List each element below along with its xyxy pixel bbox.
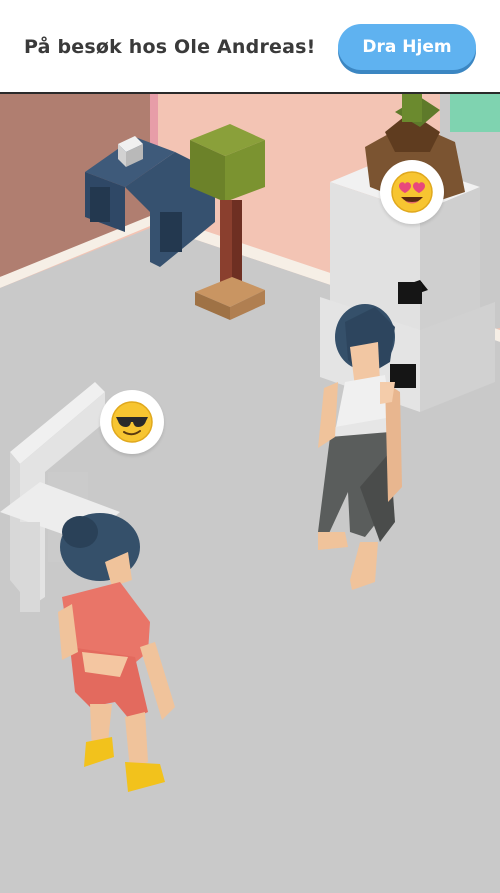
game-scene[interactable] [0, 92, 500, 889]
visit-title: På besøk hos Ole Andreas! [24, 36, 316, 58]
heart-eyes-face-icon [391, 171, 433, 213]
visitor-speech-bubble [100, 390, 164, 454]
host-speech-bubble [380, 160, 444, 224]
sunglasses-face-icon [111, 401, 153, 443]
top-bar: På besøk hos Ole Andreas! Dra Hjem [0, 0, 500, 92]
go-home-button[interactable]: Dra Hjem [338, 24, 476, 70]
